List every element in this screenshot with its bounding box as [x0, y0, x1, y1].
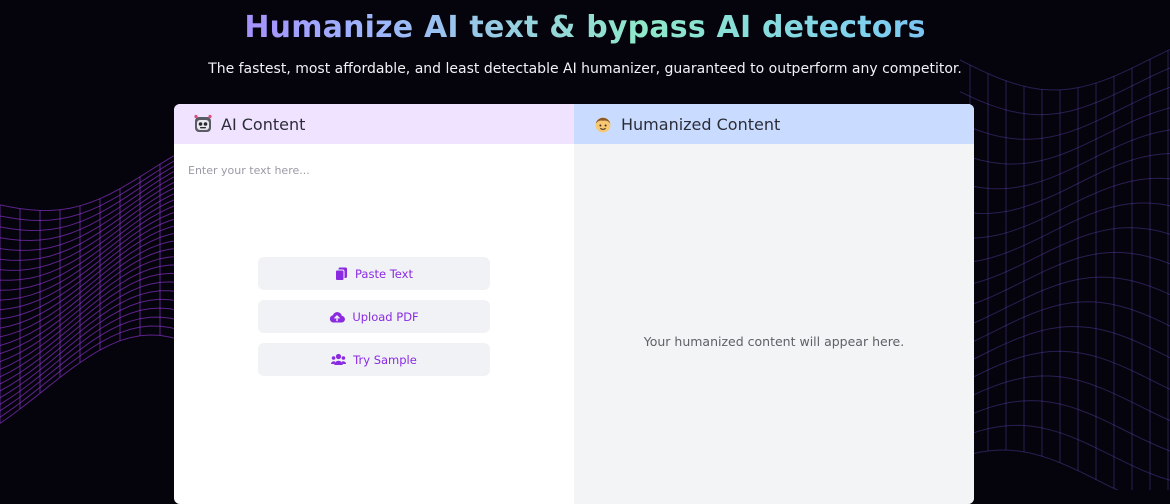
page-title: Humanize AI text & bypass AI detectors	[0, 10, 1170, 45]
clipboard-icon	[335, 267, 348, 281]
humanized-output-placeholder: Your humanized content will appear here.	[643, 334, 905, 349]
humanized-content-header: Humanized Content	[574, 104, 974, 144]
ai-content-pane: AI Content Paste Text Upload PDF	[174, 104, 574, 504]
person-face-icon	[593, 114, 613, 134]
try-sample-label: Try Sample	[353, 352, 417, 367]
humanized-content-pane: Humanized Content Your humanized content…	[574, 104, 974, 504]
cloud-upload-icon	[330, 311, 346, 323]
paste-text-button[interactable]: Paste Text	[258, 257, 490, 290]
users-icon	[331, 353, 347, 365]
try-sample-button[interactable]: Try Sample	[258, 343, 490, 376]
humanizer-panel: AI Content Paste Text Upload PDF	[174, 104, 974, 504]
page-subtitle: The fastest, most affordable, and least …	[208, 61, 962, 77]
ai-text-input[interactable]	[186, 162, 560, 246]
ai-content-header: AI Content	[174, 104, 574, 144]
upload-pdf-button[interactable]: Upload PDF	[258, 300, 490, 333]
humanized-content-title: Humanized Content	[621, 114, 781, 134]
upload-pdf-label: Upload PDF	[352, 309, 419, 324]
robot-face-icon	[193, 114, 213, 134]
ai-content-title: AI Content	[221, 114, 306, 134]
paste-text-label: Paste Text	[355, 266, 413, 281]
